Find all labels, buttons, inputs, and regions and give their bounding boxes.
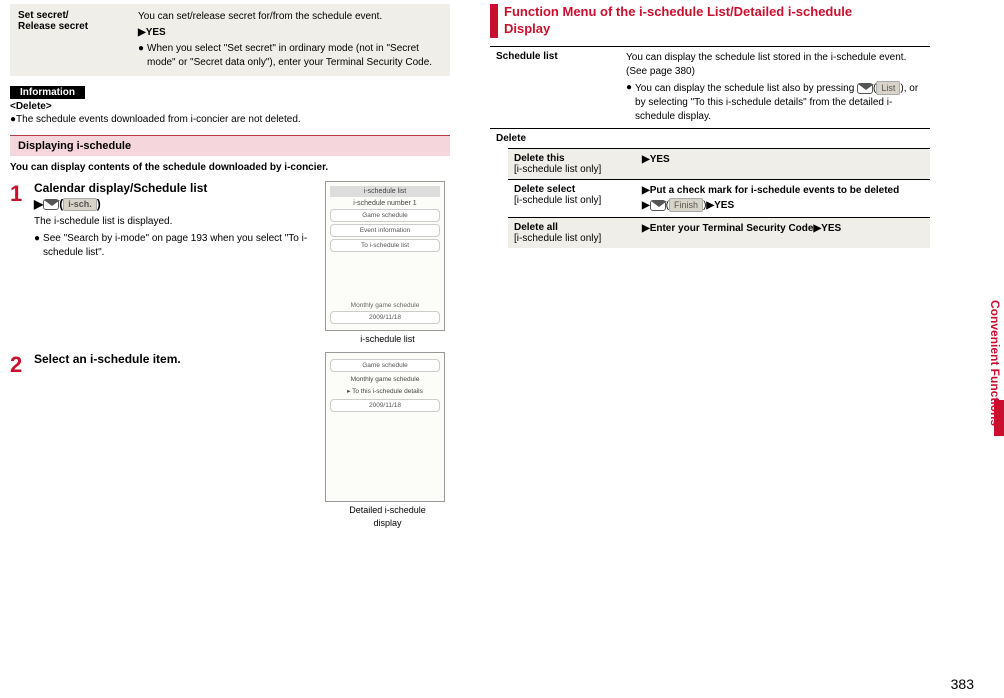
set-secret-label-2: Release secret xyxy=(18,21,138,32)
func-title-2: Display xyxy=(504,21,550,36)
delete-header: Delete xyxy=(490,128,930,148)
function-menu-heading: Function Menu of the i-schedule List/Det… xyxy=(490,4,930,38)
step-2-number: 2 xyxy=(10,352,34,528)
set-secret-note: When you select "Set secret" in ordinary… xyxy=(147,42,442,70)
schedule-list-desc1: You can display the schedule list stored… xyxy=(626,51,924,79)
set-secret-desc: You can set/release secret for/from the … xyxy=(138,10,442,24)
delete-subhead: <Delete> xyxy=(10,101,450,112)
mail-icon xyxy=(650,200,666,211)
schedule-list-label: Schedule list xyxy=(496,51,626,124)
step-1-caption: i-schedule list xyxy=(325,334,450,344)
delete-this-row: Delete this [i-schedule list only] ▶YES xyxy=(508,148,930,179)
mock2-fd: 2009/11/18 xyxy=(330,399,440,412)
step-1-number: 1 xyxy=(10,181,34,344)
mail-icon xyxy=(43,199,59,210)
side-marker xyxy=(994,400,1004,436)
schedule-list-desc2a: You can display the schedule list also b… xyxy=(635,83,854,94)
display-intro: You can display contents of the schedule… xyxy=(10,162,450,173)
delete-select-sub: [i-schedule list only] xyxy=(514,195,642,206)
left-column: Set secret/ Release secret You can set/r… xyxy=(0,0,460,698)
step-2: 2 Select an i-schedule item. Game schedu… xyxy=(10,352,450,528)
delete-note: ●The schedule events downloaded from i-c… xyxy=(10,114,450,125)
delete-all-body1: Enter your Terminal Security Code xyxy=(650,223,814,234)
softkey-finish: Finish xyxy=(669,198,703,213)
set-secret-body: You can set/release secret for/from the … xyxy=(138,10,442,70)
softkey-isch: i-sch. xyxy=(63,198,97,212)
step-1-title-text: Calendar display/Schedule list xyxy=(34,181,207,195)
func-title-1: Function Menu of the i-schedule List/Det… xyxy=(504,4,852,19)
delete-all-label: Delete all xyxy=(514,222,642,233)
delete-select-body2: YES xyxy=(714,200,734,211)
page-number: 383 xyxy=(951,676,974,692)
mail-icon xyxy=(857,83,873,94)
information-bar: Information xyxy=(10,86,85,99)
step-1: 1 Calendar display/Schedule list ▶(i-sch… xyxy=(10,181,450,344)
mock2-row1: Game schedule xyxy=(330,359,440,372)
schedule-list-body: You can display the schedule list stored… xyxy=(626,51,924,124)
set-secret-row: Set secret/ Release secret You can set/r… xyxy=(10,4,450,76)
delete-this-label: Delete this xyxy=(514,153,642,164)
set-secret-label: Set secret/ Release secret xyxy=(18,10,138,70)
mock1-row3: To i-schedule list xyxy=(330,239,440,252)
displaying-heading: Displaying i-schedule xyxy=(10,135,450,156)
delete-select-row: Delete select [i-schedule list only] ▶Pu… xyxy=(508,179,930,217)
step-1-title: Calendar display/Schedule list ▶(i-sch.) xyxy=(34,181,319,212)
set-secret-label-1: Set secret/ xyxy=(18,10,138,21)
mock1-num: i-schedule number 1 xyxy=(330,200,440,207)
step-2-caption1: Detailed i-schedule xyxy=(325,505,450,515)
mock1-fd: 2009/11/18 xyxy=(330,311,440,324)
step-1-desc1: The i-schedule list is displayed. xyxy=(34,215,319,229)
mock1-row2: Event information xyxy=(330,224,440,237)
mock2-row2: To this i-schedule details xyxy=(352,388,423,395)
delete-this-sub: [i-schedule list only] xyxy=(514,164,642,175)
mock2-ft: Monthly game schedule xyxy=(332,376,438,383)
delete-this-body: YES xyxy=(650,154,670,165)
delete-all-row: Delete all [i-schedule list only] ▶Enter… xyxy=(508,217,930,248)
delete-select-body1: Put a check mark for i-schedule events t… xyxy=(650,185,900,196)
delete-note-text: The schedule events downloaded from i-co… xyxy=(16,114,301,125)
mock-detailed-display: Game schedule Monthly game schedule ▸ To… xyxy=(325,352,445,502)
mock1-row1: Game schedule xyxy=(330,209,440,222)
delete-all-sub: [i-schedule list only] xyxy=(514,233,642,244)
delete-all-body2: YES xyxy=(821,223,841,234)
step-2-title: Select an i-schedule item. xyxy=(34,352,319,368)
step-1-desc2-text: See "Search by i-mode" on page 193 when … xyxy=(43,232,319,260)
delete-select-label: Delete select xyxy=(514,184,642,195)
softkey-list: List xyxy=(876,81,900,96)
mock1-ft: Monthly game schedule xyxy=(330,302,440,309)
right-column: Function Menu of the i-schedule List/Det… xyxy=(480,0,940,698)
schedule-list-row: Schedule list You can display the schedu… xyxy=(490,46,930,128)
mock1-header: i-schedule list xyxy=(330,186,440,197)
set-secret-yes: YES xyxy=(146,26,166,40)
mock-ischedule-list: i-schedule list i-schedule number 1 Game… xyxy=(325,181,445,331)
step-1-desc2: ●See "Search by i-mode" on page 193 when… xyxy=(34,232,319,260)
step-2-caption2: display xyxy=(325,518,450,528)
